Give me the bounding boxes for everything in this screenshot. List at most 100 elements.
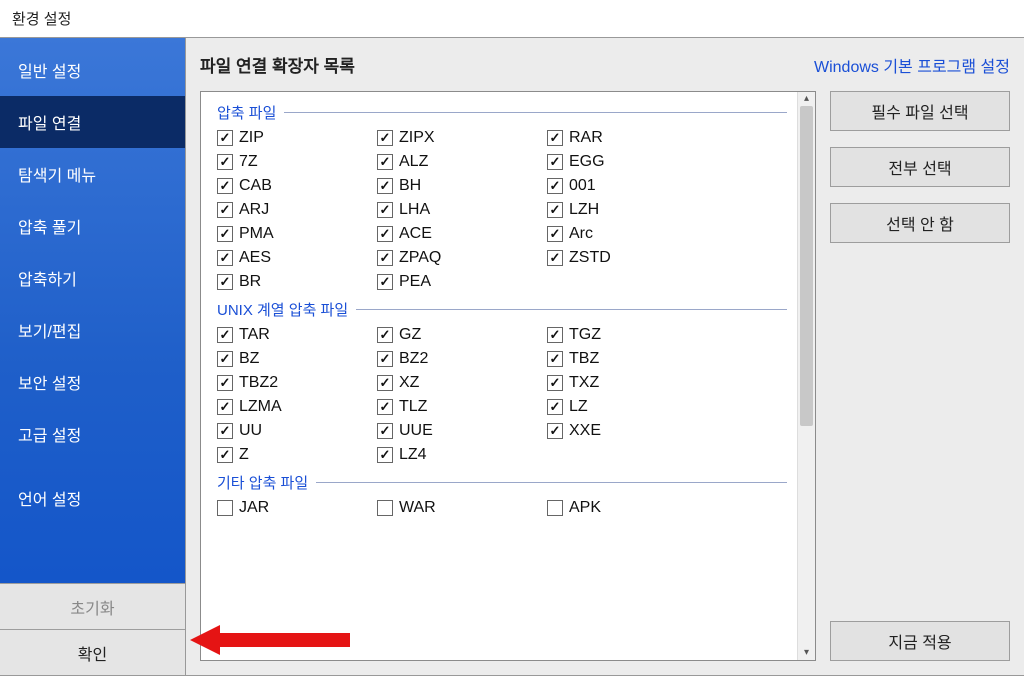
- checkbox-icon[interactable]: [217, 423, 233, 439]
- ext-item-tlz[interactable]: TLZ: [377, 396, 547, 418]
- ext-item-zip[interactable]: ZIP: [217, 127, 377, 149]
- ext-item-gz[interactable]: GZ: [377, 324, 547, 346]
- ext-item-war[interactable]: WAR: [377, 497, 547, 519]
- sidebar-item-1[interactable]: 파일 연결: [0, 96, 185, 148]
- checkbox-icon[interactable]: [217, 399, 233, 415]
- ext-item-tbz[interactable]: TBZ: [547, 348, 717, 370]
- checkbox-icon[interactable]: [377, 130, 393, 146]
- ext-item-arj[interactable]: ARJ: [217, 199, 377, 221]
- sidebar-item-3[interactable]: 압축 풀기: [0, 200, 185, 252]
- sidebar-item-5[interactable]: 보기/편집: [0, 304, 185, 356]
- checkbox-icon[interactable]: [377, 250, 393, 266]
- ext-item-7z[interactable]: 7Z: [217, 151, 377, 173]
- ext-item-jar[interactable]: JAR: [217, 497, 377, 519]
- checkbox-icon[interactable]: [217, 327, 233, 343]
- ext-item-pea[interactable]: PEA: [377, 271, 547, 293]
- checkbox-icon[interactable]: [377, 399, 393, 415]
- checkbox-icon[interactable]: [547, 178, 563, 194]
- ext-item-bz[interactable]: BZ: [217, 348, 377, 370]
- sidebar-item-extra-0[interactable]: 언어 설정: [0, 472, 185, 524]
- checkbox-icon[interactable]: [217, 447, 233, 463]
- ext-item-lzh[interactable]: LZH: [547, 199, 717, 221]
- default-programs-link[interactable]: Windows 기본 프로그램 설정: [814, 53, 1010, 77]
- select-none-button[interactable]: 선택 안 함: [830, 203, 1010, 243]
- scroll-down-icon[interactable]: ▾: [798, 646, 815, 660]
- ext-item-pma[interactable]: PMA: [217, 223, 377, 245]
- checkbox-icon[interactable]: [547, 226, 563, 242]
- checkbox-icon[interactable]: [377, 447, 393, 463]
- checkbox-icon[interactable]: [547, 154, 563, 170]
- ext-item-uue[interactable]: UUE: [377, 420, 547, 442]
- ext-item-cab[interactable]: CAB: [217, 175, 377, 197]
- ext-item-tgz[interactable]: TGZ: [547, 324, 717, 346]
- ext-item-lha[interactable]: LHA: [377, 199, 547, 221]
- checkbox-icon[interactable]: [377, 327, 393, 343]
- ext-item-aes[interactable]: AES: [217, 247, 377, 269]
- checkbox-icon[interactable]: [377, 226, 393, 242]
- ext-item-apk[interactable]: APK: [547, 497, 717, 519]
- checkbox-icon[interactable]: [377, 202, 393, 218]
- checkbox-icon[interactable]: [217, 130, 233, 146]
- checkbox-icon[interactable]: [547, 375, 563, 391]
- ext-item-bh[interactable]: BH: [377, 175, 547, 197]
- ok-button[interactable]: 확인: [0, 629, 185, 675]
- checkbox-icon[interactable]: [377, 154, 393, 170]
- checkbox-icon[interactable]: [377, 500, 393, 516]
- ext-item-arc[interactable]: Arc: [547, 223, 717, 245]
- reset-button[interactable]: 초기화: [0, 583, 185, 629]
- checkbox-icon[interactable]: [377, 375, 393, 391]
- checkbox-icon[interactable]: [547, 250, 563, 266]
- ext-item-lzma[interactable]: LZMA: [217, 396, 377, 418]
- checkbox-icon[interactable]: [217, 154, 233, 170]
- ext-item-001[interactable]: 001: [547, 175, 717, 197]
- select-essential-button[interactable]: 필수 파일 선택: [830, 91, 1010, 131]
- scrollbar[interactable]: ▴ ▾: [797, 92, 815, 660]
- checkbox-icon[interactable]: [217, 250, 233, 266]
- checkbox-icon[interactable]: [547, 351, 563, 367]
- checkbox-icon[interactable]: [547, 202, 563, 218]
- ext-item-z[interactable]: Z: [217, 444, 377, 466]
- checkbox-icon[interactable]: [547, 423, 563, 439]
- apply-now-button[interactable]: 지금 적용: [830, 621, 1010, 661]
- checkbox-icon[interactable]: [217, 226, 233, 242]
- checkbox-icon[interactable]: [217, 375, 233, 391]
- ext-item-br[interactable]: BR: [217, 271, 377, 293]
- ext-item-ace[interactable]: ACE: [377, 223, 547, 245]
- checkbox-icon[interactable]: [217, 274, 233, 290]
- ext-item-bz2[interactable]: BZ2: [377, 348, 547, 370]
- checkbox-icon[interactable]: [217, 500, 233, 516]
- scrollbar-thumb[interactable]: [800, 106, 813, 426]
- checkbox-icon[interactable]: [547, 399, 563, 415]
- sidebar-item-2[interactable]: 탐색기 메뉴: [0, 148, 185, 200]
- scroll-up-icon[interactable]: ▴: [798, 92, 815, 106]
- ext-item-xz[interactable]: XZ: [377, 372, 547, 394]
- ext-item-txz[interactable]: TXZ: [547, 372, 717, 394]
- sidebar-item-4[interactable]: 압축하기: [0, 252, 185, 304]
- ext-item-zpaq[interactable]: ZPAQ: [377, 247, 547, 269]
- ext-item-rar[interactable]: RAR: [547, 127, 717, 149]
- ext-item-tar[interactable]: TAR: [217, 324, 377, 346]
- ext-item-xxe[interactable]: XXE: [547, 420, 717, 442]
- checkbox-icon[interactable]: [217, 202, 233, 218]
- sidebar-item-0[interactable]: 일반 설정: [0, 44, 185, 96]
- checkbox-icon[interactable]: [377, 423, 393, 439]
- checkbox-icon[interactable]: [547, 500, 563, 516]
- checkbox-icon[interactable]: [217, 178, 233, 194]
- sidebar-item-7[interactable]: 고급 설정: [0, 408, 185, 460]
- checkbox-icon[interactable]: [377, 351, 393, 367]
- ext-item-alz[interactable]: ALZ: [377, 151, 547, 173]
- sidebar-item-6[interactable]: 보안 설정: [0, 356, 185, 408]
- checkbox-icon[interactable]: [377, 178, 393, 194]
- ext-item-uu[interactable]: UU: [217, 420, 377, 442]
- ext-item-tbz2[interactable]: TBZ2: [217, 372, 377, 394]
- checkbox-icon[interactable]: [547, 327, 563, 343]
- select-all-button[interactable]: 전부 선택: [830, 147, 1010, 187]
- ext-item-lz[interactable]: LZ: [547, 396, 717, 418]
- ext-item-egg[interactable]: EGG: [547, 151, 717, 173]
- checkbox-icon[interactable]: [547, 130, 563, 146]
- ext-item-zstd[interactable]: ZSTD: [547, 247, 717, 269]
- ext-item-lz4[interactable]: LZ4: [377, 444, 547, 466]
- checkbox-icon[interactable]: [377, 274, 393, 290]
- ext-item-zipx[interactable]: ZIPX: [377, 127, 547, 149]
- checkbox-icon[interactable]: [217, 351, 233, 367]
